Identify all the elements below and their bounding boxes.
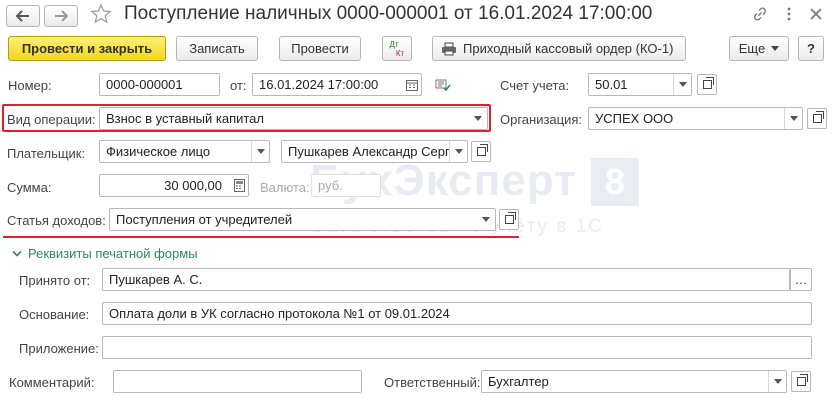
arrow-right-icon [55, 10, 68, 22]
amount-label: Сумма: [7, 180, 52, 195]
amount-field[interactable]: 30 000,00 [99, 174, 249, 197]
account-label: Счет учета: [500, 78, 570, 93]
number-label: Номер: [8, 78, 52, 93]
income-item-open-button[interactable] [499, 209, 519, 230]
calendar-icon[interactable] [403, 74, 421, 95]
amount-value: 30 000,00 [164, 178, 222, 193]
basis-label: Основание: [19, 307, 90, 322]
payer-dropdown-chevron-down-icon[interactable] [449, 141, 467, 162]
menu-dots-icon[interactable] [781, 6, 799, 24]
attachment-field[interactable] [102, 336, 812, 359]
printer-icon [442, 42, 456, 55]
account-value: 50.01 [595, 77, 628, 92]
more-button[interactable]: Еще [729, 36, 789, 61]
responsible-field[interactable]: Бухгалтер [481, 370, 787, 393]
operation-highlight-frame [2, 104, 491, 132]
organization-open-button[interactable] [807, 108, 827, 129]
comment-label: Комментарий: [9, 375, 95, 390]
favorite-star-icon[interactable] [90, 3, 114, 27]
date-field[interactable]: 16.01.2024 17:00:00 [252, 73, 422, 96]
chevron-down-icon [771, 46, 780, 51]
currency-field: руб. [311, 174, 381, 197]
payer-type-field[interactable]: Физическое лицо [99, 140, 270, 163]
income-item-value: Поступления от учредителей [116, 212, 293, 227]
watermark-badge: 8 [591, 158, 639, 206]
post-and-close-button[interactable]: Провести и закрыть [8, 36, 166, 61]
responsible-open-button[interactable] [791, 371, 811, 392]
income-item-label: Статья доходов: [7, 213, 106, 228]
payer-type-value: Физическое лицо [106, 144, 211, 159]
responsible-value: Бухгалтер [488, 374, 549, 389]
payer-value: Пушкарев Александр Серг [288, 144, 450, 159]
date-label: от: [230, 78, 247, 93]
number-field[interactable]: 0000-000001 [99, 73, 220, 96]
payer-type-dropdown-chevron-down-icon[interactable] [251, 141, 269, 162]
basis-field[interactable]: Оплата доли в УК согласно протокола №1 о… [102, 302, 812, 325]
currency-label: Валюта: [260, 180, 310, 195]
organization-value: УСПЕХ ООО [595, 111, 674, 126]
dt-kt-icon-bottom: Кт [395, 48, 405, 58]
document-status-icon [435, 78, 451, 95]
currency-value: руб. [318, 178, 343, 193]
dt-kt-icon-top: Дт [389, 39, 399, 49]
organization-field[interactable]: УСПЕХ ООО [588, 107, 803, 130]
calculator-icon[interactable] [230, 175, 248, 196]
print-section-title: Реквизиты печатной формы [28, 246, 198, 261]
open-link-icon [796, 374, 808, 386]
payer-open-button[interactable] [471, 141, 491, 162]
arrow-left-icon [16, 10, 29, 22]
post-button[interactable]: Провести [279, 36, 361, 61]
income-item-underline [3, 236, 519, 238]
save-button[interactable]: Записать [176, 36, 258, 61]
help-button[interactable]: ? [798, 36, 824, 61]
payer-label: Плательщик: [7, 146, 86, 161]
attachment-label: Приложение: [19, 341, 99, 356]
payer-field[interactable]: Пушкарев Александр Серг [281, 140, 468, 163]
account-dropdown-chevron-down-icon[interactable] [673, 74, 691, 95]
open-link-icon [702, 77, 714, 89]
back-button[interactable] [6, 5, 40, 27]
watermark-badge-text: 8 [604, 161, 626, 202]
print-order-label: Приходный кассовый ордер (КО-1) [463, 41, 674, 56]
open-link-icon [812, 111, 824, 123]
dt-kt-button[interactable]: Дт Кт [382, 36, 412, 61]
income-item-field[interactable]: Поступления от учредителей [109, 208, 496, 231]
close-icon[interactable] [808, 6, 826, 24]
date-value: 16.01.2024 17:00:00 [259, 77, 379, 92]
responsible-dropdown-chevron-down-icon[interactable] [768, 371, 786, 392]
open-link-icon [504, 212, 516, 224]
income-item-dropdown-chevron-down-icon[interactable] [477, 209, 495, 230]
responsible-label: Ответственный: [384, 375, 481, 390]
more-label: Еще [738, 41, 766, 56]
received-from-select-button[interactable]: … [790, 268, 812, 291]
organization-dropdown-chevron-down-icon[interactable] [784, 108, 802, 129]
account-field[interactable]: 50.01 [588, 73, 692, 96]
link-icon[interactable] [752, 6, 770, 24]
comment-field[interactable] [113, 370, 362, 393]
forward-button[interactable] [44, 5, 78, 27]
print-order-button[interactable]: Приходный кассовый ордер (КО-1) [432, 36, 686, 61]
organization-label: Организация: [500, 112, 583, 127]
received-from-value: Пушкарев А. С. [109, 272, 203, 287]
print-section-toggle[interactable]: Реквизиты печатной формы [12, 246, 198, 261]
received-from-field[interactable]: Пушкарев А. С. [102, 268, 790, 291]
window-title: Поступление наличных 0000-000001 от 16.0… [124, 3, 653, 24]
open-link-icon [476, 144, 488, 156]
chevron-down-icon [12, 250, 22, 257]
received-from-label: Принято от: [19, 273, 91, 288]
account-open-button[interactable] [697, 74, 717, 95]
